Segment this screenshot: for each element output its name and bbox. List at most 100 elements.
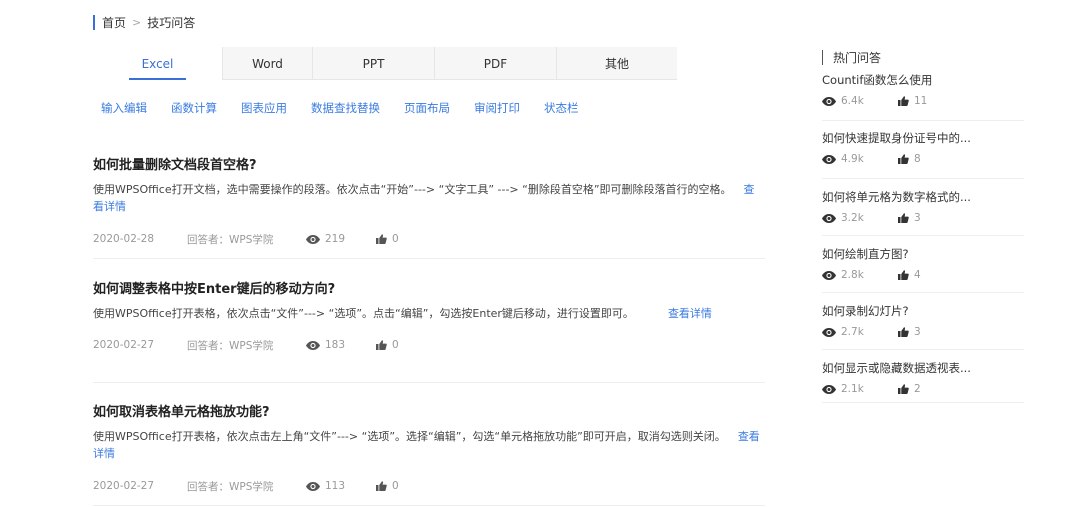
- subtab-function-calc[interactable]: 函数计算: [171, 100, 217, 116]
- article-views: 113: [306, 480, 376, 492]
- like-count: 2: [914, 383, 921, 395]
- view-details-link[interactable]: 查看详情: [668, 307, 712, 320]
- like-count: 8: [914, 153, 921, 165]
- hot-question-item: 如何录制幻灯片? 2.7k 3: [822, 293, 1024, 350]
- article-meta: 2020-02-28 回答者：WPS学院 219 0: [93, 232, 765, 246]
- article-item: 如何取消表格单元格拖放功能? 使用WPSOffice打开表格，依次点击左上角“文…: [93, 404, 765, 506]
- article-likes: 0: [376, 233, 399, 245]
- article-likes: 0: [376, 480, 399, 492]
- breadcrumb-current: 技巧问答: [147, 15, 196, 30]
- view-count: 2.7k: [841, 326, 864, 338]
- article-summary: 使用WPSOffice打开表格，依次点击“文件”---> “选项”。点击“编辑”…: [93, 305, 765, 322]
- article-views: 219: [306, 233, 376, 245]
- thumbs-up-icon: [898, 213, 909, 223]
- hot-question-link[interactable]: Countif函数怎么使用: [822, 72, 1024, 88]
- article-summary-text: 使用WPSOffice打开表格，依次点击“文件”---> “选项”。点击“编辑”…: [93, 307, 634, 320]
- breadcrumb-separator: >: [132, 15, 142, 29]
- subcategory-nav: 输入编辑 函数计算 图表应用 数据查找替换 页面布局 审阅打印 状态栏: [101, 100, 603, 116]
- hot-question-likes: 8: [898, 153, 921, 165]
- thumbs-up-icon: [898, 154, 909, 164]
- breadcrumb: 首页 > 技巧问答: [93, 13, 195, 31]
- article-date: 2020-02-27: [93, 480, 155, 492]
- article-item: 如何调整表格中按Enter键后的移动方向? 使用WPSOffice打开表格，依次…: [93, 281, 765, 383]
- hot-question-views: 3.2k: [822, 212, 898, 224]
- like-count: 4: [914, 269, 921, 281]
- view-count: 4.9k: [841, 153, 864, 165]
- hot-question-link[interactable]: 如何录制幻灯片?: [822, 303, 1024, 319]
- tab-other[interactable]: 其他: [557, 47, 677, 80]
- hot-question-views: 4.9k: [822, 153, 898, 165]
- hot-question-views: 2.7k: [822, 326, 898, 338]
- tab-word[interactable]: Word: [223, 47, 313, 80]
- tab-pdf[interactable]: PDF: [435, 47, 557, 80]
- subtab-find-replace[interactable]: 数据查找替换: [311, 100, 380, 116]
- article-summary-text: 使用WPSOffice打开文档，选中需要操作的段落。依次点击“开始”---> “…: [93, 183, 732, 196]
- hot-question-link[interactable]: 如何显示或隐藏数据透视表...: [822, 360, 1024, 376]
- eye-icon: [822, 213, 836, 223]
- hot-question-item: 如何将单元格为数字格式的... 3.2k 3: [822, 179, 1024, 236]
- hot-question-stats: 6.4k 11: [822, 95, 1024, 107]
- hot-question-stats: 2.8k 4: [822, 269, 1024, 281]
- thumbs-up-icon: [898, 96, 909, 106]
- hot-question-views: 6.4k: [822, 95, 898, 107]
- like-count: 0: [392, 339, 399, 351]
- article-date: 2020-02-28: [93, 233, 155, 245]
- thumbs-up-icon: [898, 270, 909, 280]
- article-author: 回答者：WPS学院: [187, 339, 274, 352]
- eye-icon: [306, 234, 320, 244]
- tab-excel[interactable]: Excel: [93, 47, 223, 80]
- view-count: 219: [325, 233, 346, 245]
- like-count: 11: [914, 95, 928, 107]
- hot-question-link[interactable]: 如何绘制直方图?: [822, 246, 1024, 262]
- like-count: 0: [392, 233, 399, 245]
- like-count: 3: [914, 212, 921, 224]
- article-views: 183: [306, 339, 376, 351]
- thumbs-up-icon[interactable]: [376, 340, 387, 350]
- sidebar-heading: 热门问答: [822, 48, 1024, 66]
- article-likes: 0: [376, 339, 399, 351]
- thumbs-up-icon: [898, 384, 909, 394]
- view-count: 2.8k: [841, 269, 864, 281]
- subtab-input-edit[interactable]: 输入编辑: [101, 100, 147, 116]
- breadcrumb-home-link[interactable]: 首页: [102, 14, 126, 31]
- hot-question-item: Countif函数怎么使用 6.4k 11: [822, 72, 1024, 121]
- thumbs-up-icon[interactable]: [376, 481, 387, 491]
- hot-questions-sidebar: 热门问答 Countif函数怎么使用 6.4k 11 如何快速提取身份证号中的.…: [822, 48, 1024, 403]
- view-count: 6.4k: [841, 95, 864, 107]
- view-count: 183: [325, 339, 346, 351]
- view-count: 113: [325, 480, 346, 492]
- article-title[interactable]: 如何取消表格单元格拖放功能?: [93, 404, 765, 422]
- sidebar-title: 热门问答: [833, 50, 882, 65]
- hot-question-stats: 3.2k 3: [822, 212, 1024, 224]
- like-count: 0: [392, 480, 399, 492]
- subtab-chart-apps[interactable]: 图表应用: [241, 100, 287, 116]
- article-title[interactable]: 如何调整表格中按Enter键后的移动方向?: [93, 281, 765, 299]
- eye-icon: [306, 340, 320, 350]
- hot-question-link[interactable]: 如何将单元格为数字格式的...: [822, 189, 1024, 205]
- hot-question-views: 2.8k: [822, 269, 898, 281]
- article-summary-text: 使用WPSOffice打开表格，依次点击左上角“文件”---> “选项”。选择“…: [93, 430, 726, 443]
- eye-icon: [822, 384, 836, 394]
- article-date: 2020-02-27: [93, 339, 155, 351]
- article-meta: 2020-02-27 回答者：WPS学院 183 0: [93, 338, 765, 352]
- article-title[interactable]: 如何批量删除文档段首空格?: [93, 157, 765, 175]
- view-count: 3.2k: [841, 212, 864, 224]
- subtab-page-layout[interactable]: 页面布局: [404, 100, 450, 116]
- hot-question-stats: 4.9k 8: [822, 153, 1024, 165]
- tab-ppt[interactable]: PPT: [313, 47, 435, 80]
- article-item: 如何批量删除文档段首空格? 使用WPSOffice打开文档，选中需要操作的段落。…: [93, 157, 765, 259]
- hot-question-link[interactable]: 如何快速提取身份证号中的...: [822, 130, 1024, 146]
- breadcrumb-accent-bar: [93, 14, 95, 30]
- subtab-status-bar[interactable]: 状态栏: [544, 100, 579, 116]
- eye-icon: [822, 327, 836, 337]
- eye-icon: [822, 154, 836, 164]
- eye-icon: [306, 481, 320, 491]
- thumbs-up-icon: [898, 327, 909, 337]
- article-summary: 使用WPSOffice打开文档，选中需要操作的段落。依次点击“开始”---> “…: [93, 181, 765, 215]
- subtab-review-print[interactable]: 审阅打印: [474, 100, 520, 116]
- eye-icon: [822, 270, 836, 280]
- article-author: 回答者：WPS学院: [187, 480, 274, 493]
- eye-icon: [822, 96, 836, 106]
- thumbs-up-icon[interactable]: [376, 234, 387, 244]
- article-author: 回答者：WPS学院: [187, 233, 274, 246]
